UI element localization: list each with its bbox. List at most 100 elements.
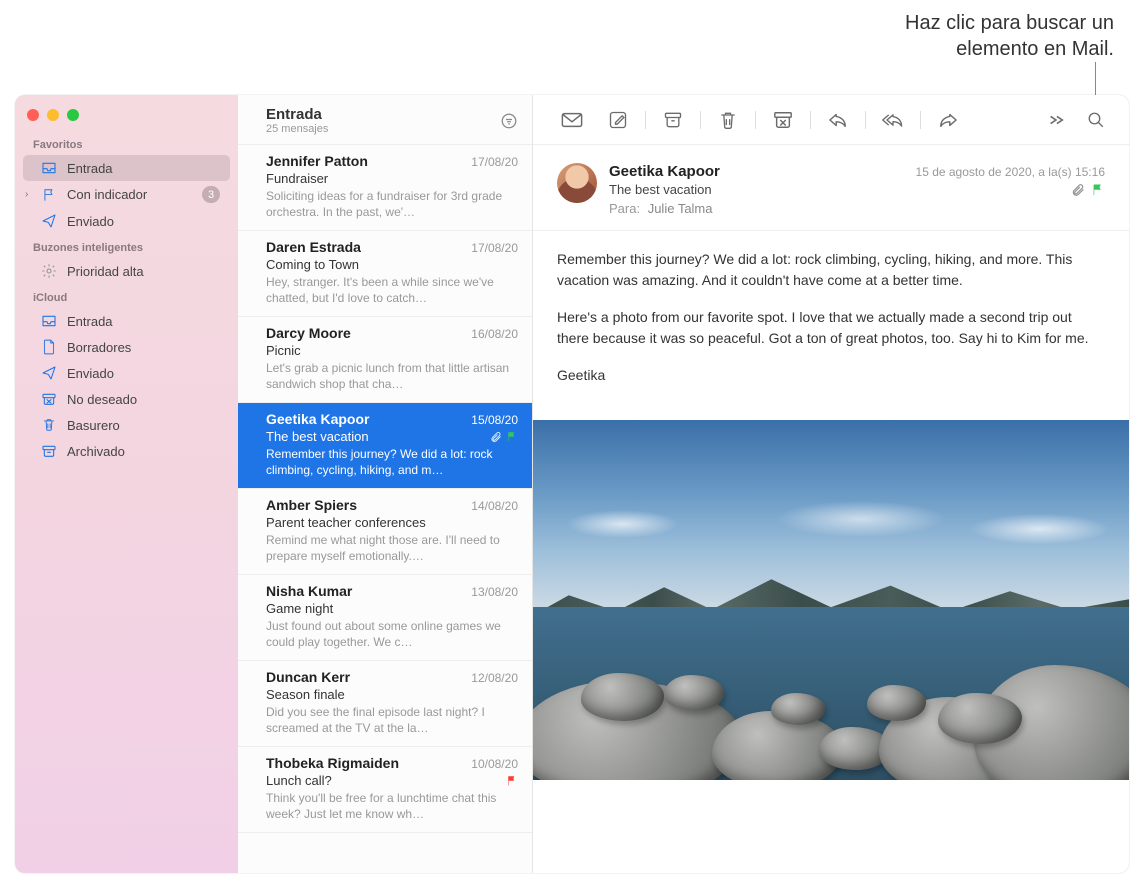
message-preview: Remind me what night those are. I'll nee… bbox=[266, 532, 518, 564]
sidebar-item-label: Entrada bbox=[67, 161, 113, 176]
more-toolbar-button[interactable] bbox=[1035, 105, 1077, 135]
sidebar-item-con-indicador[interactable]: ›Con indicador3 bbox=[23, 181, 230, 208]
message-sender: Geetika Kapoor bbox=[266, 411, 369, 427]
message-date: 17/08/20 bbox=[471, 155, 518, 169]
mailbox-title: Entrada bbox=[266, 106, 500, 123]
reply-button[interactable] bbox=[817, 105, 859, 135]
delete-button[interactable] bbox=[707, 105, 749, 135]
fullscreen-window-button[interactable] bbox=[67, 109, 79, 121]
archive-icon bbox=[41, 443, 57, 459]
to-label: Para: bbox=[609, 201, 640, 216]
message-from: Geetika Kapoor bbox=[609, 163, 720, 180]
sidebar-item-label: Basurero bbox=[67, 418, 120, 433]
sent-icon bbox=[41, 365, 57, 381]
message-list-item[interactable]: Amber Spiers 14/08/20 Parent teacher con… bbox=[238, 489, 532, 575]
message-list[interactable]: Jennifer Patton 17/08/20 Fundraiser Soli… bbox=[238, 145, 532, 873]
message-sender: Darcy Moore bbox=[266, 325, 351, 341]
message-list-item[interactable]: Nisha Kumar 13/08/20 Game night Just fou… bbox=[238, 575, 532, 661]
sidebar-item-enviado[interactable]: Enviado bbox=[23, 208, 230, 234]
message-sender: Thobeka Rigmaiden bbox=[266, 755, 399, 771]
sidebar-item-entrada[interactable]: Entrada bbox=[23, 308, 230, 334]
mail-window: FavoritosEntrada›Con indicador3EnviadoBu… bbox=[15, 95, 1129, 873]
message-preview: Did you see the final episode last night… bbox=[266, 704, 518, 736]
message-body: Remember this journey? We did a lot: roc… bbox=[533, 231, 1129, 420]
message-sender: Daren Estrada bbox=[266, 239, 361, 255]
message-subject: Picnic bbox=[266, 343, 301, 358]
content-pane: Geetika Kapoor 15 de agosto de 2020, a l… bbox=[533, 95, 1129, 873]
sidebar-item-borradores[interactable]: Borradores bbox=[23, 334, 230, 360]
sidebar-item-label: Enviado bbox=[67, 366, 114, 381]
message-preview: Remember this journey? We did a lot: roc… bbox=[266, 446, 518, 478]
message-sender: Amber Spiers bbox=[266, 497, 357, 513]
message-date: 15 de agosto de 2020, a la(s) 15:16 bbox=[916, 165, 1105, 179]
gear-icon bbox=[41, 263, 57, 279]
inbox-icon bbox=[41, 313, 57, 329]
message-preview: Think you'll be free for a lunchtime cha… bbox=[266, 790, 518, 822]
message-subject: Parent teacher conferences bbox=[266, 515, 426, 530]
message-list-item[interactable]: Duncan Kerr 12/08/20 Season finale Did y… bbox=[238, 661, 532, 747]
message-date: 15/08/20 bbox=[471, 413, 518, 427]
junk-button[interactable] bbox=[762, 105, 804, 135]
sidebar-item-label: Archivado bbox=[67, 444, 125, 459]
attachment-icon bbox=[490, 431, 502, 443]
sidebar-item-label: Con indicador bbox=[67, 187, 147, 202]
mailbox-count: 25 mensajes bbox=[266, 123, 500, 135]
message-body-paragraph: Geetika bbox=[557, 365, 1105, 386]
message-date: 14/08/20 bbox=[471, 499, 518, 513]
sidebar-item-archivado[interactable]: Archivado bbox=[23, 438, 230, 464]
compose-button[interactable] bbox=[597, 105, 639, 135]
filter-button[interactable] bbox=[500, 112, 518, 130]
junk-icon bbox=[41, 391, 57, 407]
reply-all-button[interactable] bbox=[872, 105, 914, 135]
message-attachment-image[interactable] bbox=[533, 420, 1129, 780]
sidebar-section-label: Buzones inteligentes bbox=[15, 234, 238, 258]
window-controls bbox=[15, 103, 238, 131]
toolbar-separator bbox=[865, 111, 866, 129]
message-preview: Hey, stranger. It's been a while since w… bbox=[266, 274, 518, 306]
draft-icon bbox=[41, 339, 57, 355]
message-sender: Duncan Kerr bbox=[266, 669, 350, 685]
message-list-item[interactable]: Thobeka Rigmaiden 10/08/20 Lunch call? T… bbox=[238, 747, 532, 833]
flag-icon bbox=[1091, 183, 1105, 197]
message-body-paragraph: Remember this journey? We did a lot: roc… bbox=[557, 249, 1105, 291]
callout-search-hint: Haz clic para buscar un elemento en Mail… bbox=[905, 10, 1114, 62]
sidebar-item-label: Enviado bbox=[67, 214, 114, 229]
chevron-right-icon[interactable]: › bbox=[25, 189, 28, 200]
toolbar-separator bbox=[755, 111, 756, 129]
sidebar-section-label: Favoritos bbox=[15, 131, 238, 155]
message-date: 16/08/20 bbox=[471, 327, 518, 341]
to-recipient: Julie Talma bbox=[648, 201, 713, 216]
message-preview: Soliciting ideas for a fundraiser for 3r… bbox=[266, 188, 518, 220]
mark-unread-button[interactable] bbox=[551, 105, 593, 135]
sent-icon bbox=[41, 213, 57, 229]
message-view: Geetika Kapoor 15 de agosto de 2020, a l… bbox=[533, 145, 1129, 873]
close-window-button[interactable] bbox=[27, 109, 39, 121]
sidebar: FavoritosEntrada›Con indicador3EnviadoBu… bbox=[15, 95, 238, 873]
sidebar-item-label: Entrada bbox=[67, 314, 113, 329]
sidebar-item-label: Borradores bbox=[67, 340, 131, 355]
sender-avatar[interactable] bbox=[557, 163, 597, 203]
toolbar-separator bbox=[700, 111, 701, 129]
sidebar-item-basurero[interactable]: Basurero bbox=[23, 412, 230, 438]
message-subject: Lunch call? bbox=[266, 773, 332, 788]
minimize-window-button[interactable] bbox=[47, 109, 59, 121]
archive-button[interactable] bbox=[652, 105, 694, 135]
message-subject: Fundraiser bbox=[266, 171, 328, 186]
sidebar-item-prioridad-alta[interactable]: Prioridad alta bbox=[23, 258, 230, 284]
toolbar bbox=[533, 95, 1129, 145]
message-list-item[interactable]: Daren Estrada 17/08/20 Coming to Town He… bbox=[238, 231, 532, 317]
forward-button[interactable] bbox=[927, 105, 969, 135]
toolbar-separator bbox=[645, 111, 646, 129]
callout-line1: Haz clic para buscar un bbox=[905, 12, 1114, 34]
message-preview: Just found out about some online games w… bbox=[266, 618, 518, 650]
message-list-item[interactable]: Geetika Kapoor 15/08/20 The best vacatio… bbox=[238, 403, 532, 489]
sidebar-item-no-deseado[interactable]: No deseado bbox=[23, 386, 230, 412]
message-subject: The best vacation bbox=[609, 182, 712, 197]
attachment-icon bbox=[1071, 183, 1085, 197]
sidebar-item-entrada[interactable]: Entrada bbox=[23, 155, 230, 181]
search-button[interactable] bbox=[1081, 105, 1111, 135]
message-list-pane: Entrada 25 mensajes Jennifer Patton 17/0… bbox=[238, 95, 533, 873]
message-list-item[interactable]: Darcy Moore 16/08/20 Picnic Let's grab a… bbox=[238, 317, 532, 403]
sidebar-item-enviado[interactable]: Enviado bbox=[23, 360, 230, 386]
message-list-item[interactable]: Jennifer Patton 17/08/20 Fundraiser Soli… bbox=[238, 145, 532, 231]
